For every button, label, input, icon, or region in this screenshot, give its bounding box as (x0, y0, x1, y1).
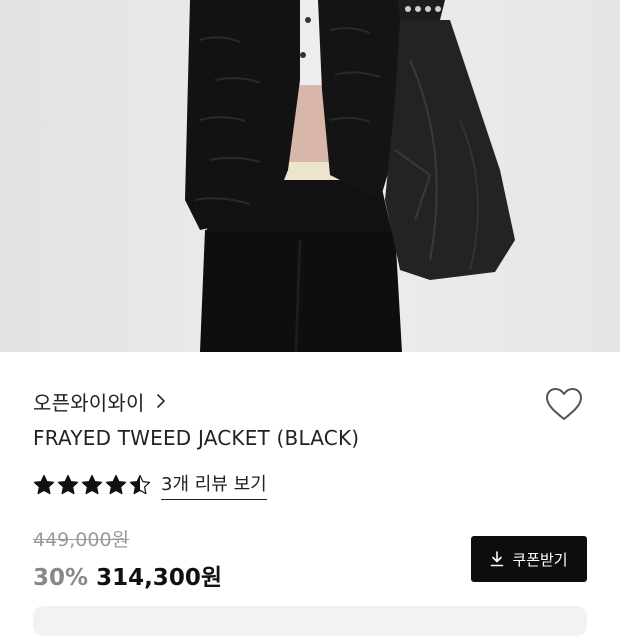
brand-name: 오픈와이와이 (33, 390, 145, 415)
review-link[interactable]: 3개 리뷰 보기 (161, 470, 267, 500)
option-panel[interactable] (33, 606, 587, 636)
star-rating (33, 474, 151, 496)
product-photo-illustration (0, 0, 620, 352)
star-full-icon (33, 474, 55, 496)
product-image[interactable] (0, 0, 620, 352)
download-icon (490, 551, 504, 567)
star-half-icon (129, 474, 151, 496)
original-price: 449,000원 (33, 529, 130, 551)
product-title: FRAYED TWEED JACKET (BLACK) (33, 426, 360, 450)
sale-price: 314,300원 (96, 565, 222, 591)
wishlist-button[interactable] (542, 384, 586, 428)
star-full-icon (81, 474, 103, 496)
brand-link[interactable]: 오픈와이와이 (33, 386, 167, 416)
price-row: 30% 314,300원 (33, 558, 222, 592)
star-full-icon (105, 474, 127, 496)
chevron-right-icon (155, 393, 167, 409)
star-full-icon (57, 474, 79, 496)
coupon-button-label: 쿠폰받기 (512, 550, 568, 569)
heart-outline-icon (544, 386, 584, 426)
rating-row: 3개 리뷰 보기 (33, 470, 267, 500)
discount-rate: 30% (33, 565, 89, 591)
coupon-button[interactable]: 쿠폰받기 (471, 536, 587, 582)
